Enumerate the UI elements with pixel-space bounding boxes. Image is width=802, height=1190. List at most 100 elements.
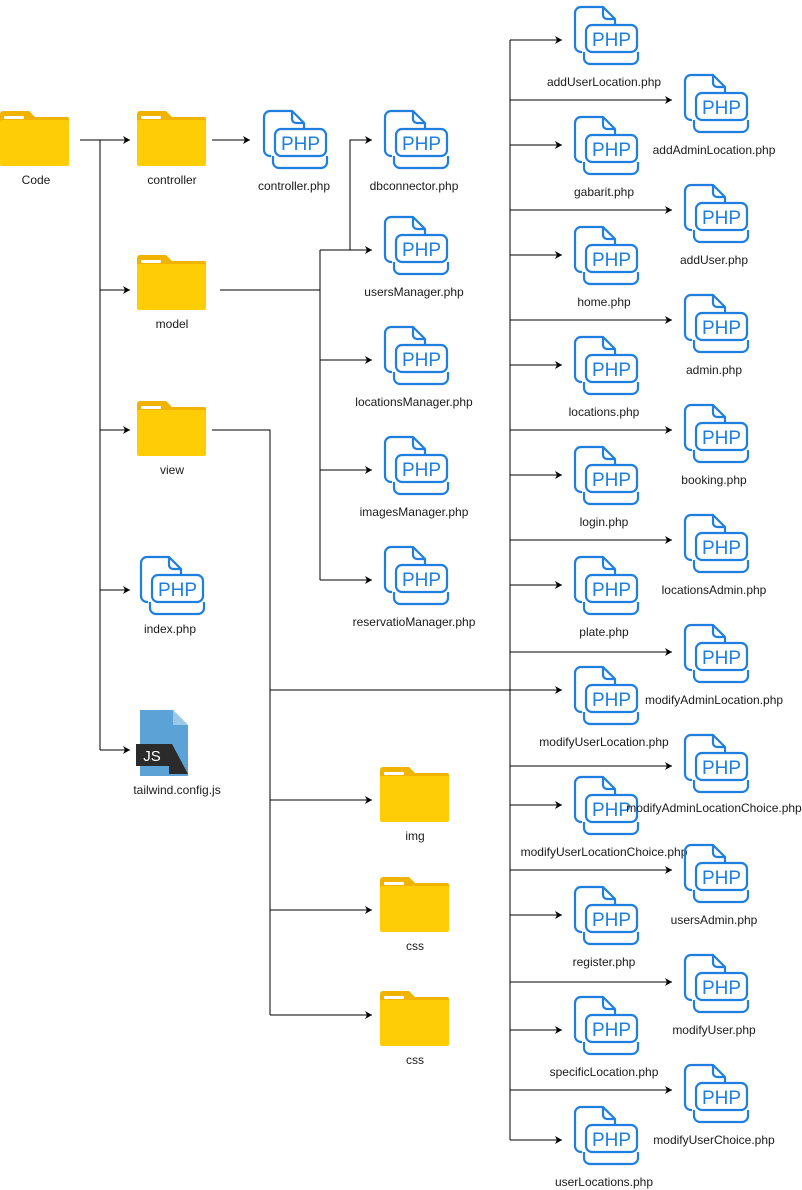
php-glyph: PHP (702, 208, 741, 229)
node-label: dbconnector.php (370, 179, 459, 193)
node-css1: css (380, 877, 449, 953)
php-file-icon: PHP (573, 115, 640, 176)
node-dbconnector: PHP dbconnector.php (370, 109, 459, 193)
php-file-icon: PHP (573, 225, 640, 286)
node-home: PHP home.php (573, 225, 640, 309)
js-file-icon: JS (136, 710, 188, 776)
node-label: index.php (144, 622, 196, 636)
node-label: addUser.php (680, 253, 748, 267)
php-glyph: PHP (402, 134, 441, 155)
node-usersManager: PHP usersManager.php (364, 215, 464, 299)
php-file-icon: PHP (683, 843, 750, 904)
node-label: specificLocation.php (550, 1065, 659, 1079)
php-glyph: PHP (702, 428, 741, 449)
node-specificLocation: PHP specificLocation.php (550, 995, 659, 1079)
php-glyph: PHP (402, 240, 441, 261)
node-index: PHP index.php (139, 555, 206, 636)
node-label: controller.php (258, 179, 330, 193)
node-label: booking.php (681, 473, 747, 487)
php-file-icon: PHP (683, 513, 750, 574)
node-label: tailwind.config.js (133, 783, 220, 797)
php-glyph: PHP (402, 350, 441, 371)
node-modifyUserChoice: PHP modifyUserChoice.php (653, 1063, 775, 1147)
folder-icon (137, 111, 206, 166)
php-glyph: PHP (702, 98, 741, 119)
node-plate: PHP plate.php (573, 555, 640, 639)
node-label: locationsAdmin.php (662, 583, 767, 597)
php-file-icon: PHP (573, 5, 640, 66)
node-css2: css (380, 991, 449, 1067)
php-file-icon: PHP (573, 665, 640, 726)
connector-line (212, 429, 271, 1015)
node-login: PHP login.php (573, 445, 640, 529)
node-label: addUserLocation.php (547, 75, 661, 89)
node-locations: PHP locations.php (569, 335, 640, 419)
node-gabarit: PHP gabarit.php (573, 115, 640, 199)
folder-icon (380, 991, 449, 1046)
node-label: usersManager.php (364, 285, 464, 299)
php-glyph: PHP (702, 318, 741, 339)
node-label: model (156, 317, 189, 331)
node-tailwind: JS tailwind.config.js (133, 710, 221, 797)
php-glyph: PHP (402, 570, 441, 591)
node-modifyUserLocation: PHP modifyUserLocation.php (539, 665, 669, 749)
php-glyph: PHP (702, 1088, 741, 1109)
node-label: css (406, 939, 424, 953)
node-label: modifyUserChoice.php (653, 1133, 775, 1147)
php-glyph: PHP (702, 538, 741, 559)
php-glyph: PHP (592, 910, 631, 931)
node-label: userLocations.php (555, 1175, 653, 1189)
php-glyph: PHP (592, 1130, 631, 1151)
node-label: img (405, 829, 424, 843)
node-label: locationsManager.php (355, 395, 473, 409)
php-glyph: PHP (592, 140, 631, 161)
php-glyph: PHP (592, 800, 631, 821)
node-locationsAdmin: PHP locationsAdmin.php (662, 513, 767, 597)
node-addAdminLocation: PHP addAdminLocation.php (653, 73, 776, 157)
php-glyph: PHP (592, 1020, 631, 1041)
node-label: addAdminLocation.php (653, 143, 776, 157)
php-file-icon: PHP (383, 435, 450, 496)
folder-icon (0, 111, 69, 166)
node-controller-php: PHP controller.php (258, 109, 330, 193)
node-label: imagesManager.php (360, 505, 469, 519)
node-label: modifyAdminLocation.php (645, 693, 783, 707)
node-admin: PHP admin.php (683, 293, 750, 377)
node-label: controller (147, 173, 196, 187)
php-glyph: PHP (592, 250, 631, 271)
node-register: PHP register.php (573, 885, 640, 969)
php-glyph: PHP (281, 134, 320, 155)
folder-icon (137, 255, 206, 310)
node-label: admin.php (686, 363, 742, 377)
folder-icon (137, 401, 206, 456)
php-glyph: PHP (592, 360, 631, 381)
js-glyph: JS (143, 748, 161, 765)
php-file-icon: PHP (573, 1105, 640, 1166)
php-glyph: PHP (702, 978, 741, 999)
php-file-icon: PHP (573, 555, 640, 616)
node-modifyUser: PHP modifyUser.php (672, 953, 756, 1037)
node-booking: PHP booking.php (681, 403, 750, 487)
php-file-icon: PHP (683, 1063, 750, 1124)
folder-icon (380, 767, 449, 822)
php-glyph: PHP (158, 580, 197, 601)
node-label: login.php (580, 515, 629, 529)
node-label: modifyUser.php (672, 1023, 756, 1037)
node-label: view (160, 463, 184, 477)
php-file-icon: PHP (573, 335, 640, 396)
node-label: home.php (577, 295, 631, 309)
node-label: modifyAdminLocationChoice.php (626, 801, 802, 815)
php-file-icon: PHP (683, 293, 750, 354)
node-modifyAdminLocation: PHP modifyAdminLocation.php (645, 623, 783, 707)
node-imagesManager: PHP imagesManager.php (360, 435, 469, 519)
node-label: plate.php (579, 625, 629, 639)
node-code: Code (0, 111, 69, 187)
node-label: register.php (573, 955, 636, 969)
node-label: Code (22, 173, 51, 187)
php-file-icon: PHP (262, 109, 329, 170)
php-file-icon: PHP (573, 995, 640, 1056)
php-file-icon: PHP (139, 555, 206, 616)
php-file-icon: PHP (383, 325, 450, 386)
php-file-icon: PHP (683, 183, 750, 244)
folder-icon (380, 877, 449, 932)
